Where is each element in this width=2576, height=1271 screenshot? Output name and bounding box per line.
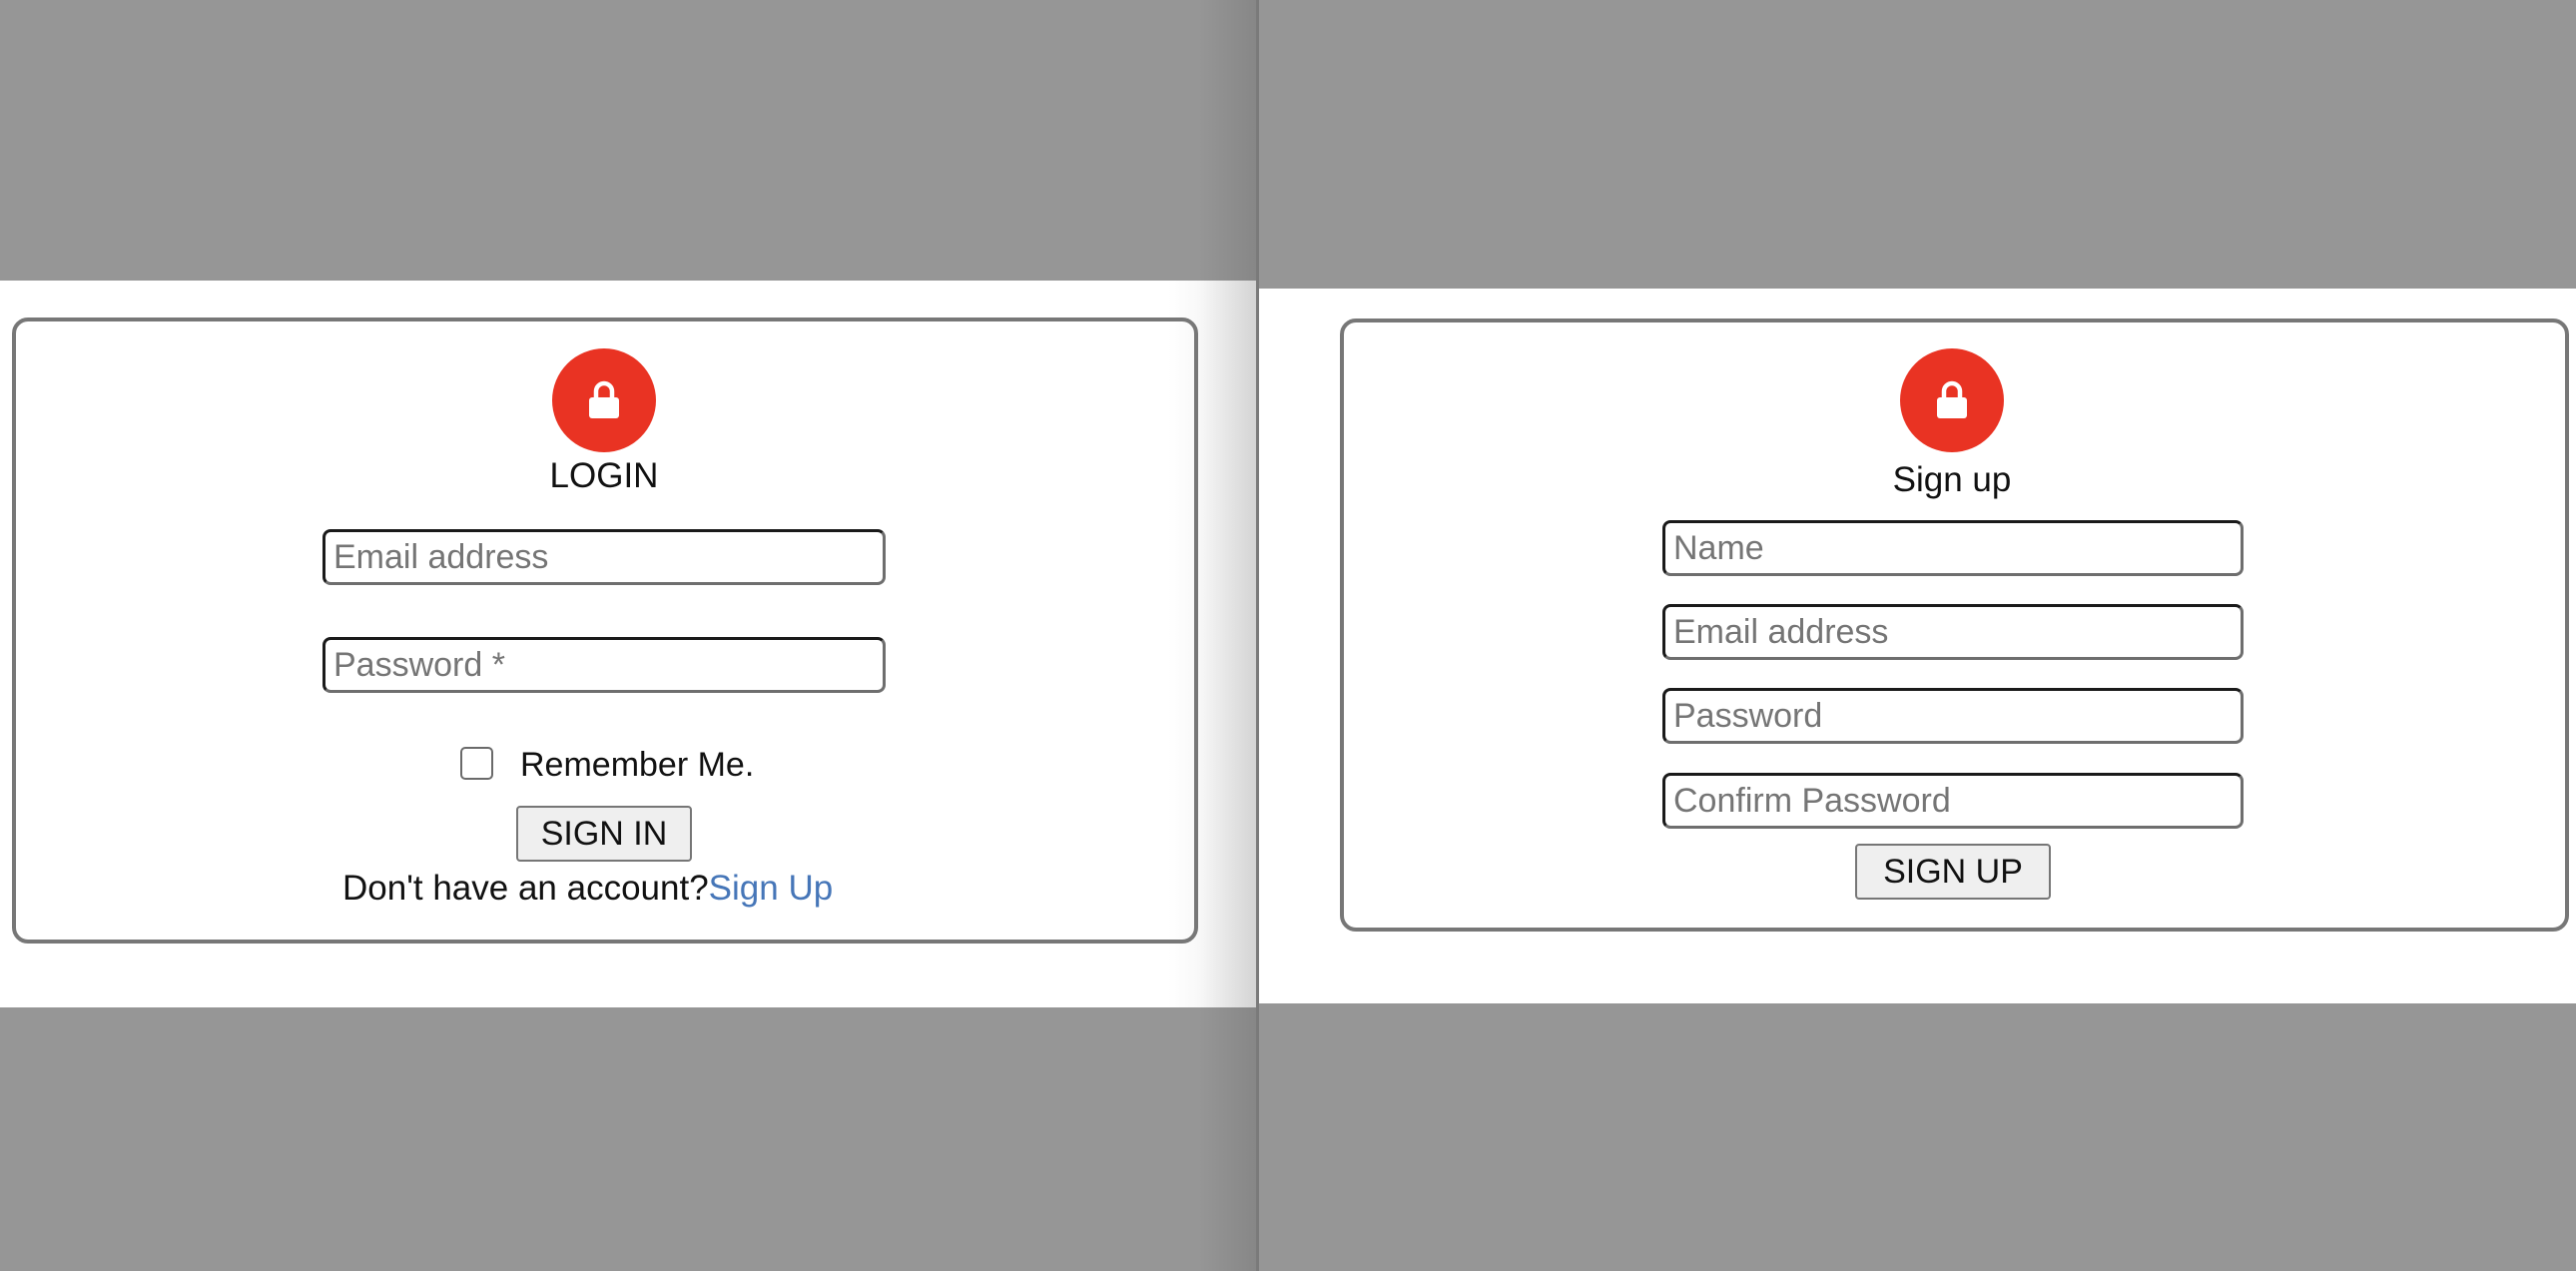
- signup-prompt-text: Don't have an account?: [342, 869, 709, 908]
- login-password-input[interactable]: [322, 637, 886, 693]
- login-email-input[interactable]: [322, 529, 886, 585]
- sign-in-button[interactable]: SIGN IN: [516, 806, 692, 862]
- remember-me-label: Remember Me.: [520, 746, 755, 784]
- login-title: LOGIN: [549, 456, 659, 495]
- login-avatar: [552, 348, 656, 452]
- lock-icon: [1937, 380, 1967, 418]
- sign-up-button[interactable]: SIGN UP: [1855, 844, 2051, 900]
- remember-me-checkbox[interactable]: [460, 747, 493, 780]
- lock-icon: [589, 380, 619, 418]
- page: LOGIN Remember Me. SIGN IN Don't have an…: [0, 0, 2576, 1271]
- signup-title: Sign up: [1892, 460, 2012, 499]
- signup-name-input[interactable]: [1662, 520, 2244, 576]
- signup-prompt: Don't have an account?Sign Up: [342, 869, 833, 909]
- sign-up-link[interactable]: Sign Up: [709, 869, 834, 908]
- signup-email-input[interactable]: [1662, 604, 2244, 660]
- signup-avatar: [1900, 348, 2004, 452]
- signup-password-input[interactable]: [1662, 688, 2244, 744]
- signup-confirm-password-input[interactable]: [1662, 773, 2244, 829]
- pane-shadow: [1198, 0, 1256, 1271]
